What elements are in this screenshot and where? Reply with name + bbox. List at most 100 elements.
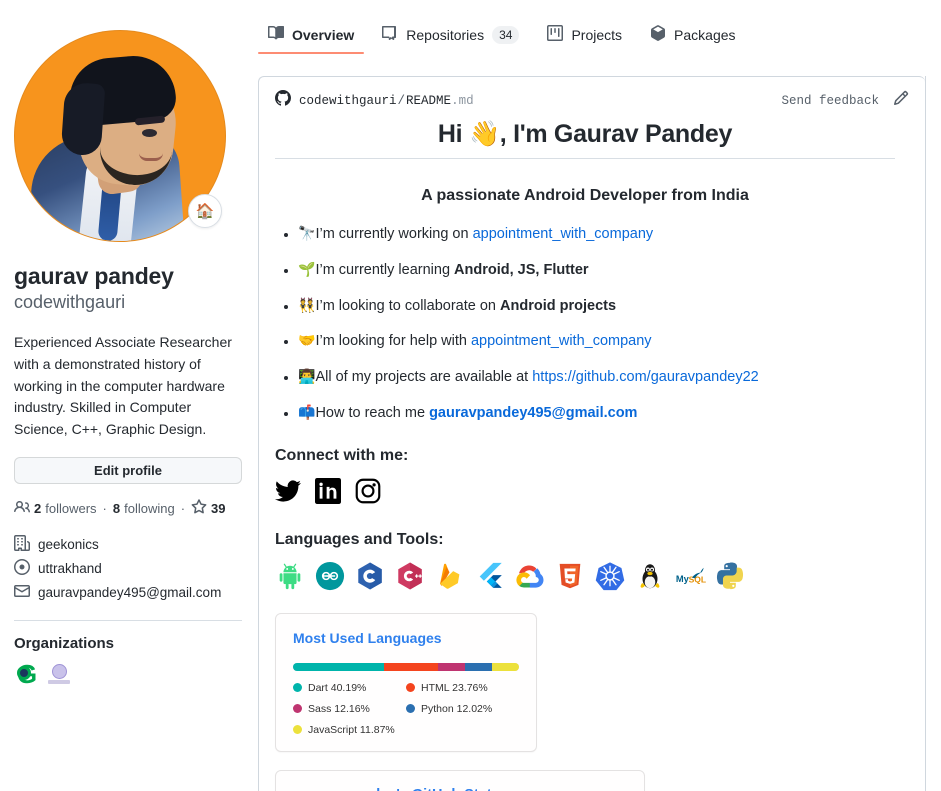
github-logo-icon [275, 90, 291, 111]
languages-legend: Dart 40.19% HTML 23.76% Sass 12.16% Pyth… [293, 682, 519, 736]
people-pair-icon: 👯 [298, 296, 316, 313]
org-avatar-geekonics[interactable]: G [14, 660, 40, 687]
linux-icon[interactable] [635, 561, 665, 591]
following-count[interactable]: 8 [113, 501, 120, 516]
tab-repositories[interactable]: Repositories 34 [372, 25, 529, 54]
mailbox-icon: 📫 [298, 403, 316, 420]
bullet-link[interactable]: gauravpandey495@gmail.com [429, 405, 637, 421]
meta-company[interactable]: geekonics [14, 534, 242, 554]
profile-username: codewithgauri [14, 291, 126, 312]
meta-location: uttrakhand [14, 558, 242, 578]
handshake-icon: 🤝 [298, 332, 316, 349]
followers-count[interactable]: 2 [34, 501, 41, 516]
tools-list: My SQL [275, 561, 895, 591]
arduino-icon[interactable] [315, 561, 345, 591]
following-label[interactable]: following [124, 501, 175, 516]
panel-right-edge [925, 76, 926, 791]
profile-meta: geekonics uttrakhand gauravpandey495@gma… [14, 534, 242, 602]
list-item: 🔭I’m currently working on appointment_wi… [298, 223, 895, 246]
location-text: uttrakhand [38, 560, 102, 576]
star-icon [191, 498, 207, 518]
bar-segment-python [464, 662, 493, 671]
edit-pencil-icon[interactable] [893, 90, 909, 111]
mail-icon [14, 583, 30, 602]
org-circle-icon [51, 663, 67, 679]
flutter-icon[interactable] [475, 561, 505, 591]
profile-page: 🏠 gaurav pandey codewithgauri Experience… [0, 0, 941, 791]
readme-file[interactable]: README [406, 94, 451, 108]
readme-subheading: A passionate Android Developer from Indi… [421, 187, 749, 204]
bullet-text: All of my projects are available at [315, 369, 533, 385]
dot-separator-2: · [180, 500, 186, 516]
kubernetes-icon[interactable] [595, 561, 625, 591]
html5-icon[interactable] [555, 561, 585, 591]
legend-label: JavaScript 11.87% [308, 723, 395, 736]
organizations-title: Organizations [14, 634, 115, 652]
repo-icon [382, 25, 398, 44]
org-bar-icon [48, 679, 70, 684]
legend-item-dart: Dart 40.19% [293, 682, 406, 694]
bullet-link[interactable]: appointment_with_company [473, 226, 654, 242]
legend-dot-python [406, 704, 415, 713]
linkedin-icon[interactable] [315, 477, 341, 509]
instagram-icon[interactable] [355, 478, 381, 509]
stars-count[interactable]: 39 [211, 501, 225, 516]
tab-overview-label: Overview [292, 26, 355, 43]
followers-label[interactable]: followers [45, 501, 96, 516]
legend-dot-sass [293, 704, 302, 713]
legend-label: Python 12.02% [421, 702, 493, 715]
mysql-icon[interactable]: My SQL [675, 561, 706, 591]
edit-profile-button[interactable]: Edit profile [14, 456, 242, 484]
status-badge[interactable]: 🏠 [188, 194, 222, 228]
bullet-text: I’m looking to collaborate on [315, 297, 501, 314]
legend-item-sass: Sass 12.16% [293, 703, 406, 715]
legend-item-python: Python 12.02% [406, 703, 519, 715]
tab-projects-label: Projects [571, 26, 623, 43]
list-item: 🌱I’m currently learning Android, JS, Flu… [298, 259, 895, 282]
tab-packages[interactable]: Packages [640, 25, 745, 54]
svg-text:My: My [676, 573, 690, 583]
list-item: 🤝I’m looking for help with appointment_w… [298, 330, 895, 353]
organizations-list: G [14, 660, 242, 687]
android-icon[interactable] [275, 561, 305, 591]
readme-panel: codewithgauri/README.md Send feedback Hi… [258, 76, 925, 791]
gcp-icon[interactable] [515, 561, 545, 591]
legend-item-html: HTML 23.76% [406, 682, 519, 694]
most-used-languages-card: Most Used Languages Dart 40.19% HTML 23.… [275, 612, 537, 752]
cplusplus-icon[interactable] [395, 561, 425, 591]
avatar-wrapper: 🏠 [14, 30, 226, 242]
readme-owner[interactable]: codewithgauri [299, 94, 397, 108]
location-icon [14, 558, 30, 578]
c-icon[interactable] [355, 561, 385, 591]
python-icon[interactable] [715, 561, 745, 591]
org-avatar-second[interactable] [46, 660, 72, 687]
send-feedback-link[interactable]: Send feedback [781, 94, 879, 108]
bullet-link[interactable]: appointment_with_company [471, 333, 652, 349]
tab-projects[interactable]: Projects [537, 25, 632, 54]
readme-header: codewithgauri/README.md Send feedback [259, 77, 925, 120]
bullet-text: I’m looking for help with [315, 333, 471, 350]
avatar-hair-side [60, 81, 106, 157]
readme-path: codewithgauri/README.md [299, 94, 474, 108]
organization-icon [14, 534, 30, 554]
legend-label: HTML 23.76% [421, 681, 488, 694]
twitter-icon[interactable] [275, 478, 301, 509]
legend-dot-javascript [293, 725, 302, 734]
bullet-text: I’m currently working on [315, 226, 473, 242]
readme-actions: Send feedback [781, 90, 909, 111]
list-item: 👨‍💻All of my projects are available at h… [298, 366, 895, 389]
firebase-icon[interactable] [435, 561, 465, 591]
languages-bar-chart [293, 662, 519, 671]
bullet-text: I’m currently learning [315, 261, 455, 278]
bar-segment-sass [437, 662, 465, 671]
tab-overview[interactable]: Overview [258, 25, 365, 54]
company-text: geekonics [38, 536, 99, 552]
readme-path-wrap: codewithgauri/README.md [275, 90, 474, 111]
dot-separator-1: · [102, 500, 107, 516]
people-icon [14, 499, 30, 518]
meta-email[interactable]: gauravpandey495@gmail.com [14, 583, 242, 602]
readme-bullets: 🔭I’m currently working on appointment_wi… [275, 223, 895, 425]
sidebar-divider [14, 619, 242, 621]
bar-segment-dart [293, 662, 384, 671]
bullet-link[interactable]: https://github.com/gauravpandey22 [532, 369, 759, 385]
